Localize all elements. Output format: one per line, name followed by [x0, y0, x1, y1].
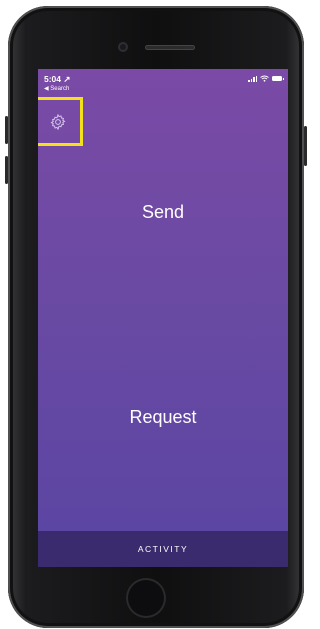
- request-button[interactable]: Request: [38, 407, 288, 428]
- battery-icon: [272, 76, 284, 81]
- home-button: [126, 578, 166, 618]
- earpiece-speaker: [145, 45, 195, 50]
- volume-up-button: [5, 116, 8, 144]
- power-button: [304, 126, 307, 166]
- front-camera: [118, 42, 128, 52]
- wifi-icon: [260, 75, 269, 82]
- settings-button[interactable]: [38, 97, 83, 146]
- gear-icon: [50, 113, 66, 130]
- signal-bars-icon: [248, 75, 257, 82]
- back-to-search-link[interactable]: ◀ Search: [44, 85, 69, 92]
- volume-down-button: [5, 156, 8, 184]
- app-screen: 5:04 ↗ ◀ Search Send Request ACTIVITY: [38, 69, 288, 567]
- status-time: 5:04 ↗: [44, 74, 71, 84]
- send-button[interactable]: Send: [38, 202, 288, 223]
- activity-tab[interactable]: ACTIVITY: [38, 531, 288, 567]
- status-indicators: [248, 75, 284, 82]
